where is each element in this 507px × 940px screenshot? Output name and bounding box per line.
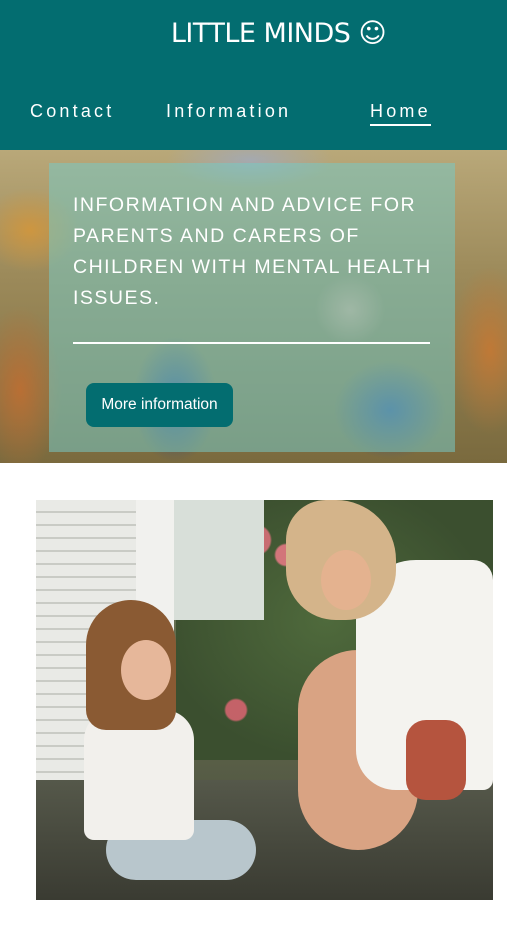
hero-panel: INFORMATION AND ADVICE FOR PARENTS AND C…: [49, 163, 455, 452]
photo-background: [174, 500, 264, 620]
photo-child-face: [121, 640, 171, 700]
site-header: LITTLE MINDS ☺ Contact Information Home: [0, 0, 507, 150]
main-nav: Contact Information Home: [0, 101, 507, 131]
more-information-button[interactable]: More information: [86, 383, 233, 427]
photo-mother-shorts: [406, 720, 466, 800]
logo-text: LITTLE MINDS ☺: [170, 18, 387, 49]
hero-headline: INFORMATION AND ADVICE FOR PARENTS AND C…: [73, 194, 432, 309]
nav-item-home[interactable]: Home: [370, 101, 431, 126]
hero-banner: INFORMATION AND ADVICE FOR PARENTS AND C…: [0, 150, 507, 463]
photo-mother-face: [321, 550, 371, 610]
nav-item-information[interactable]: Information: [166, 101, 291, 122]
mother-child-photo: [36, 500, 493, 900]
nav-item-contact[interactable]: Contact: [30, 101, 114, 122]
hero-divider: [73, 342, 430, 344]
site-logo[interactable]: LITTLE MINDS ☺: [0, 18, 507, 49]
